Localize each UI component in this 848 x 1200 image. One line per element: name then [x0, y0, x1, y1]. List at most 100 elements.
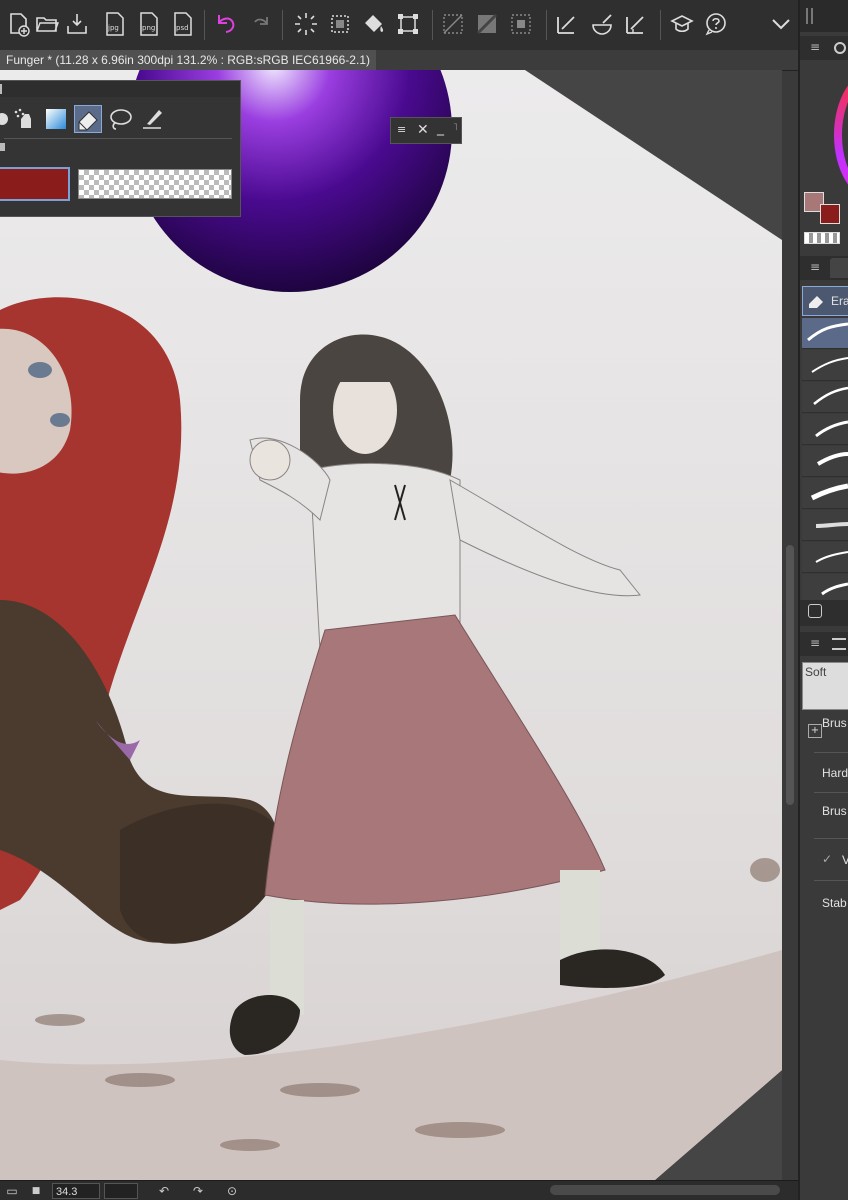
- expand-plus-icon[interactable]: +: [808, 724, 822, 738]
- learn-icon[interactable]: [667, 8, 697, 40]
- brush-preset-selected[interactable]: [802, 318, 848, 349]
- document-title-bar: Funger * (11.28 x 6.96in 300dpi 131.2% :…: [0, 50, 798, 71]
- document-tab[interactable]: Funger * (11.28 x 6.96in 300dpi 131.2% :…: [0, 50, 376, 70]
- eraser-icon: [809, 296, 823, 308]
- prop-vector-eraser[interactable]: V: [842, 853, 848, 867]
- clip-studio-window: jpg png psd Funger * (11.28 x 6.96in 300…: [0, 0, 848, 1200]
- brush-stroke-icon: [815, 420, 848, 438]
- brush-preset[interactable]: [802, 446, 848, 477]
- brush-stroke-icon: [815, 522, 848, 528]
- prop-hardness[interactable]: Hard: [822, 766, 848, 780]
- brush-stroke-icon: [813, 386, 848, 405]
- zoom-input[interactable]: 34.3: [52, 1183, 100, 1199]
- status-bar: ▭ ■ 34.3 ↶ ↷ ⊙: [0, 1180, 798, 1200]
- brush-preset[interactable]: [802, 350, 848, 381]
- export-png-label: png: [142, 24, 155, 32]
- hide-selection-icon[interactable]: [472, 8, 502, 40]
- document-title: Funger * (11.28 x 6.96in 300dpi 131.2% :…: [6, 53, 370, 67]
- brush-stroke-icon: [810, 483, 848, 501]
- stop-icon[interactable]: ■: [28, 1183, 44, 1199]
- tool-property-header[interactable]: [800, 600, 848, 626]
- color-wheel-header[interactable]: ≡: [800, 36, 848, 60]
- sub-color-swatch[interactable]: [820, 204, 840, 224]
- brush-preset[interactable]: [802, 542, 848, 573]
- brush-preset[interactable]: [802, 382, 848, 413]
- clear-outside-icon[interactable]: [438, 8, 468, 40]
- right-dock: ≡ ≡ Era ≡ Soft + Brus Hard Brus ✓ Stab: [798, 0, 848, 1200]
- checkbox-icon: [808, 604, 822, 618]
- undo-icon[interactable]: [211, 8, 241, 40]
- airbrush-tool-icon[interactable]: [10, 105, 38, 133]
- redo-icon[interactable]: [245, 8, 275, 40]
- tool-label: Era: [831, 294, 848, 308]
- brush-preset[interactable]: [802, 510, 848, 541]
- brush-stroke-icon: [807, 322, 848, 342]
- command-bar: jpg png psd: [0, 0, 798, 51]
- export-psd-icon[interactable]: psd: [168, 8, 198, 40]
- rotate-left-icon[interactable]: ↶: [156, 1183, 172, 1199]
- gradient-tool-icon[interactable]: [42, 105, 70, 133]
- reset-rotation-icon[interactable]: ⊙: [224, 1183, 240, 1199]
- brush-stroke-icon: [811, 357, 848, 373]
- pen-tool-icon[interactable]: [138, 105, 166, 133]
- brush-preset[interactable]: [802, 414, 848, 445]
- brush-preset-label: Soft: [805, 665, 827, 679]
- new-document-icon[interactable]: [4, 8, 34, 40]
- toolbar-divider: [282, 10, 283, 40]
- select-all-icon[interactable]: [291, 8, 321, 40]
- canvas-artwork[interactable]: [0, 70, 782, 1180]
- zoom-slider[interactable]: [104, 1183, 138, 1199]
- close-icon[interactable]: ✕: [417, 121, 429, 139]
- snap-ruler-icon[interactable]: [552, 8, 582, 40]
- transparent-color-swatch[interactable]: [78, 169, 232, 199]
- canvas-area[interactable]: [0, 70, 782, 1180]
- fill-icon[interactable]: [359, 8, 389, 40]
- zoom-value: 34.3: [56, 1186, 78, 1198]
- snap-special-ruler-icon[interactable]: [587, 8, 617, 40]
- lasso-tool-icon[interactable]: [106, 105, 134, 133]
- export-jpg-label: jpg: [107, 24, 119, 32]
- checkmark-icon[interactable]: ✓: [822, 852, 832, 866]
- palette-divider: [4, 138, 232, 139]
- help-icon[interactable]: [701, 8, 731, 40]
- toolbar-divider: [546, 10, 547, 40]
- vertical-scrollbar[interactable]: [786, 545, 794, 805]
- prop-brush-density[interactable]: Brus: [822, 804, 847, 818]
- prop-stabilization[interactable]: Stab: [822, 896, 847, 910]
- dock-top-grip[interactable]: [800, 0, 848, 32]
- brush-stroke-icon: [816, 452, 848, 466]
- color-wheel[interactable]: [834, 70, 848, 200]
- eraser-subtool-tab[interactable]: Era: [802, 286, 848, 316]
- brush-preset-preview[interactable]: Soft: [802, 662, 848, 710]
- palette-title-bar[interactable]: [0, 81, 240, 97]
- prop-brush-size[interactable]: Brus: [822, 716, 847, 730]
- open-folder-icon[interactable]: [32, 8, 62, 40]
- foreground-color-swatch[interactable]: [0, 167, 70, 201]
- snap-grid-icon[interactable]: [621, 8, 651, 40]
- export-png-icon[interactable]: png: [134, 8, 164, 40]
- slider-settings-icon: [832, 638, 846, 650]
- eraser-tool-icon[interactable]: [74, 105, 102, 133]
- brush-settings-header[interactable]: ≡: [800, 632, 848, 656]
- deselect-icon[interactable]: [325, 8, 355, 40]
- export-jpg-icon[interactable]: jpg: [100, 8, 130, 40]
- rotate-right-icon[interactable]: ↷: [190, 1183, 206, 1199]
- toolbar-divider: [204, 10, 205, 40]
- navigator-icon[interactable]: ▭: [4, 1183, 20, 1199]
- brush-stroke-icon: [815, 551, 848, 563]
- show-selection-icon[interactable]: [506, 8, 536, 40]
- transparent-color-swatch-dock[interactable]: [804, 232, 840, 244]
- save-icon[interactable]: [62, 8, 92, 40]
- minimize-icon[interactable]: _: [437, 119, 444, 137]
- toolbar-divider: [432, 10, 433, 40]
- brush-preset[interactable]: [802, 478, 848, 509]
- chevron-down-icon[interactable]: [766, 8, 796, 40]
- transform-icon[interactable]: [393, 8, 423, 40]
- palette-marker: [0, 143, 5, 151]
- menu-icon[interactable]: ≡: [397, 121, 406, 139]
- window-edge-icon: ˥: [453, 122, 458, 133]
- horizontal-scrollbar[interactable]: [550, 1185, 780, 1195]
- sub-tool-header[interactable]: ≡: [800, 256, 848, 280]
- export-psd-label: psd: [176, 24, 189, 32]
- sub-tool-palette: [0, 80, 241, 217]
